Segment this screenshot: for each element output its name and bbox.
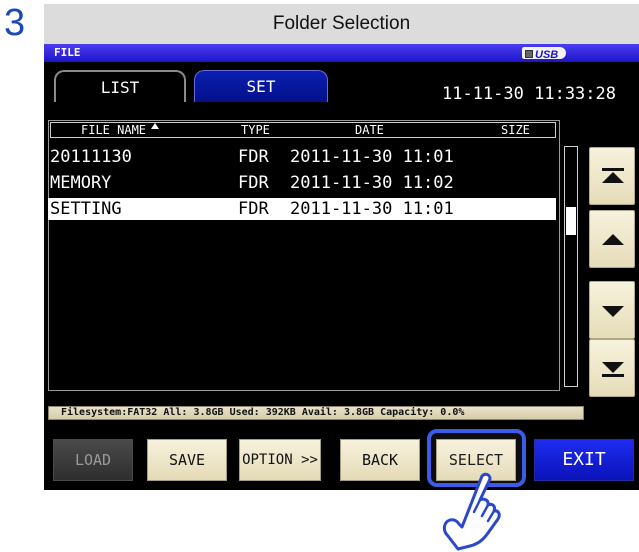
file-type: FDR <box>238 199 269 219</box>
usb-plug-icon <box>525 50 533 58</box>
file-name: MEMORY <box>50 173 112 193</box>
column-header-date[interactable]: DATE <box>355 123 384 137</box>
file-type: FDR <box>238 173 269 193</box>
column-header-size[interactable]: SIZE <box>501 123 530 137</box>
column-header-type[interactable]: TYPE <box>241 123 270 137</box>
file-date: 2011-11-30 11:01 <box>290 147 454 167</box>
file-name: SETTING <box>50 199 122 219</box>
exit-button[interactable]: EXIT <box>534 439 634 481</box>
usb-label: USB <box>535 49 559 61</box>
scroll-bottom-button[interactable] <box>589 339 635 397</box>
instrument-screen: FILE USB LIST SET 11-11-30 11:33:28 FILE… <box>44 44 639 490</box>
column-header-file-name[interactable]: FILE NAME <box>81 123 146 137</box>
scrollbar-thumb[interactable] <box>566 207 576 235</box>
step-number: 3 <box>4 2 26 44</box>
usb-status-badge: USB <box>522 47 566 61</box>
scroll-down-button[interactable] <box>589 281 635 339</box>
scroll-up-icon <box>602 234 624 245</box>
datetime-display: 11-11-30 11:33:28 <box>442 84 616 104</box>
tab-set[interactable]: SET <box>194 70 328 102</box>
file-row-selected[interactable]: SETTING FDR 2011-11-30 11:01 <box>48 198 556 220</box>
option-button[interactable]: OPTION >> <box>239 439 321 481</box>
file-name: 20111130 <box>50 147 132 167</box>
scroll-top-button[interactable] <box>589 147 635 205</box>
window-title: FILE <box>54 46 81 59</box>
file-row[interactable]: MEMORY FDR 2011-11-30 11:02 <box>48 172 556 194</box>
scroll-top-icon <box>602 172 624 183</box>
sort-ascending-icon <box>151 123 159 129</box>
back-button[interactable]: BACK <box>340 439 420 481</box>
scroll-bottom-icon <box>602 374 624 377</box>
file-row[interactable]: 20111130 FDR 2011-11-30 11:01 <box>48 146 556 168</box>
pointing-hand-icon <box>442 472 501 551</box>
filesystem-status: Filesystem:FAT32 All: 3.8GB Used: 392KB … <box>48 406 584 420</box>
window-titlebar: FILE USB <box>44 44 639 62</box>
scroll-bottom-icon <box>602 362 624 373</box>
file-date: 2011-11-30 11:02 <box>290 173 454 193</box>
tab-list[interactable]: LIST <box>54 70 186 102</box>
scroll-down-icon <box>602 306 624 317</box>
scroll-up-button[interactable] <box>589 210 635 268</box>
table-header: FILE NAME TYPE DATE SIZE <box>50 122 556 138</box>
list-scrollbar[interactable] <box>564 146 578 387</box>
caption-title: Folder Selection <box>44 4 639 45</box>
file-date: 2011-11-30 11:01 <box>290 199 454 219</box>
file-type: FDR <box>238 147 269 167</box>
save-button[interactable]: SAVE <box>147 439 227 481</box>
scroll-top-icon <box>602 168 624 171</box>
load-button[interactable]: LOAD <box>53 439 133 481</box>
